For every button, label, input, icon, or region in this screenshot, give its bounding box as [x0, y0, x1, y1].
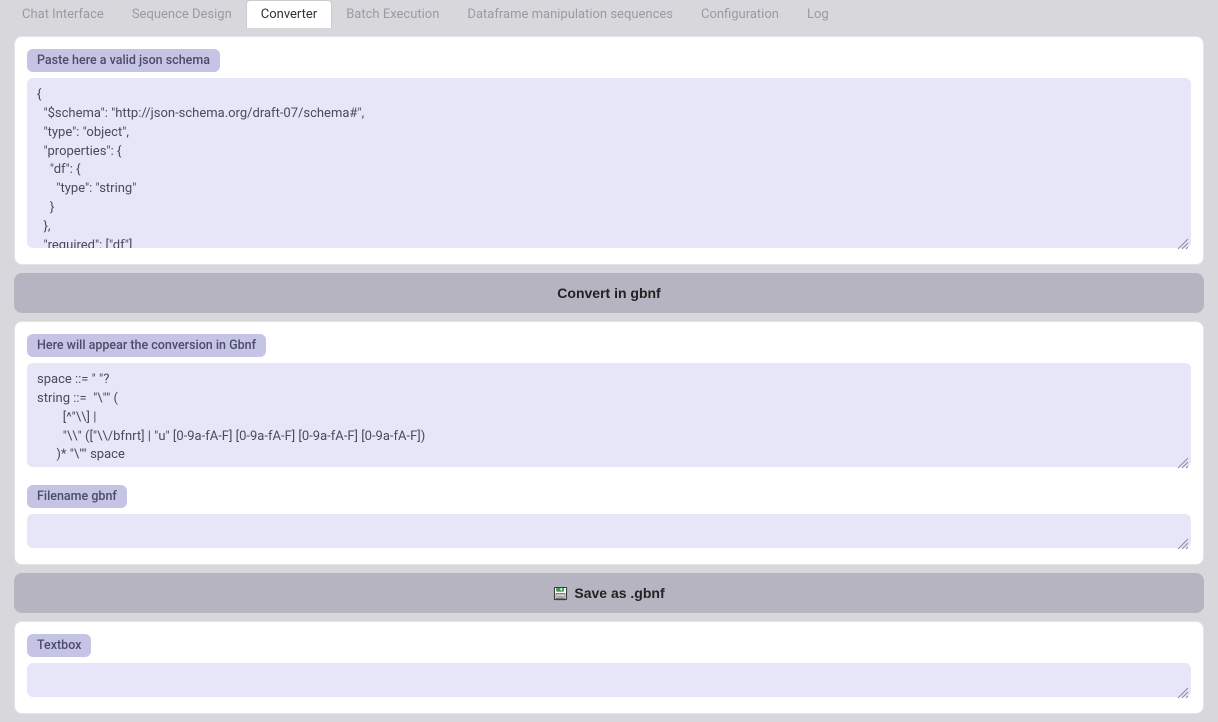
filename-input[interactable]	[27, 514, 1191, 548]
textbox-label: Textbox	[27, 634, 91, 657]
tab-bar: Chat Interface Sequence Design Converter…	[0, 0, 1218, 28]
convert-button-label: Convert in gbnf	[557, 285, 660, 301]
json-schema-textarea[interactable]	[27, 78, 1191, 248]
output-section: Here will appear the conversion in Gbnf …	[14, 321, 1204, 565]
filename-label: Filename gbnf	[27, 485, 127, 508]
json-schema-panel: Paste here a valid json schema	[14, 36, 1204, 265]
json-schema-label: Paste here a valid json schema	[27, 49, 220, 72]
tab-dataframe-sequences[interactable]: Dataframe manipulation sequences	[453, 1, 687, 28]
tab-converter[interactable]: Converter	[246, 0, 332, 28]
tab-configuration[interactable]: Configuration	[687, 1, 793, 28]
gbnf-output-textarea[interactable]	[27, 363, 1191, 467]
tab-sequence-design[interactable]: Sequence Design	[118, 1, 246, 28]
tab-log[interactable]: Log	[793, 1, 843, 28]
textbox-panel: Textbox	[14, 621, 1204, 714]
textbox-input[interactable]	[27, 663, 1191, 697]
convert-button[interactable]: Convert in gbnf	[14, 273, 1204, 313]
floppy-disk-icon	[553, 586, 568, 601]
save-button[interactable]: Save as .gbnf	[14, 573, 1204, 613]
tab-batch-execution[interactable]: Batch Execution	[332, 1, 453, 28]
tab-chat-interface[interactable]: Chat Interface	[8, 1, 118, 28]
gbnf-output-label: Here will appear the conversion in Gbnf	[27, 334, 266, 357]
save-button-label: Save as .gbnf	[574, 585, 664, 601]
